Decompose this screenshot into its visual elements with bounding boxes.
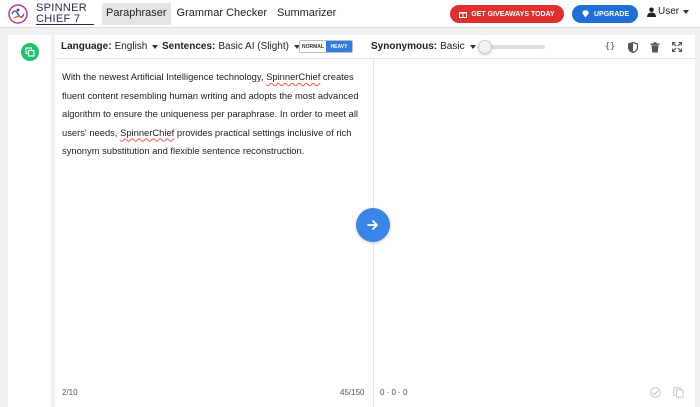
sentence-count: 2/10 (62, 388, 78, 397)
arrow-right-icon (367, 220, 378, 230)
paraphrase-tool-button[interactable] (21, 43, 39, 61)
nav-paraphraser[interactable]: Paraphraser (102, 3, 171, 25)
output-stats: 0 · 0 · 0 (380, 388, 408, 397)
get-giveaways-label: GET GIVEAWAYS TODAY (471, 10, 555, 18)
language-value: English (114, 41, 148, 52)
nav-summarizer[interactable]: Summarizer (273, 3, 340, 25)
paraphraser-panel: Language: English Sentences: Basic AI (S… (55, 35, 695, 407)
chevron-down-icon (469, 44, 476, 49)
text-segment: With the newest Artificial Intelligence … (62, 71, 267, 82)
upgrade-label: UPGRADE (593, 10, 629, 18)
word-count: 45/150 (340, 388, 365, 397)
options-toolbar: Language: English Sentences: Basic AI (S… (55, 35, 695, 59)
chevron-down-icon (683, 9, 690, 14)
mode-normal-option[interactable]: NORMAL (300, 41, 326, 52)
input-text-area[interactable]: With the newest Artificial Intelligence … (62, 68, 362, 161)
check-button[interactable] (649, 386, 661, 398)
expand-icon (672, 42, 682, 52)
shield-icon (628, 41, 638, 53)
synonymous-label: Synonymous: (371, 41, 438, 52)
copy-swap-icon (25, 47, 35, 57)
logo-underline (36, 24, 94, 25)
delete-button[interactable] (648, 40, 662, 54)
paraphrase-go-button[interactable] (356, 208, 390, 242)
user-label: User (658, 6, 680, 17)
main-nav: Paraphraser Grammar Checker Summarizer (102, 3, 342, 25)
brain-logo-icon (8, 4, 28, 24)
copy-output-button[interactable] (672, 386, 684, 398)
fullscreen-button[interactable] (670, 40, 684, 54)
slider-thumb[interactable] (478, 40, 492, 54)
gift-icon (459, 12, 468, 18)
nav-grammar-checker[interactable]: Grammar Checker (173, 3, 271, 25)
protect-button[interactable] (626, 40, 640, 54)
mode-heavy-option[interactable]: HEAVY (326, 41, 352, 52)
left-sidebar (8, 35, 51, 407)
top-header: SPINNER CHIEF 7 Paraphraser Grammar Chec… (0, 0, 700, 28)
check-circle-icon (649, 386, 661, 398)
flagged-word: SpinnerChief (120, 126, 175, 138)
sentences-value: Basic AI (Slight) (218, 41, 289, 52)
synonym-level-slider[interactable] (478, 40, 545, 54)
synonymous-select[interactable]: Synonymous: Basic (371, 41, 476, 52)
mode-toggle[interactable]: NORMAL HEAVY (299, 40, 353, 53)
user-menu[interactable]: User (647, 6, 690, 17)
flagged-word: SpinnerChief (266, 71, 321, 82)
sentences-select[interactable]: Sentences: Basic AI (Slight) (162, 41, 300, 52)
get-giveaways-button[interactable]: GET GIVEAWAYS TODAY (450, 5, 564, 23)
upgrade-button[interactable]: UPGRADE (572, 5, 638, 23)
user-icon (647, 7, 656, 17)
sentences-label: Sentences: (162, 41, 216, 52)
diamond-icon (581, 10, 589, 18)
chevron-down-icon (152, 44, 159, 49)
language-label: Language: (61, 41, 112, 52)
trash-icon (650, 41, 660, 52)
copy-icon (672, 386, 683, 398)
synonymous-value: Basic (440, 41, 465, 52)
braces-icon: {} (604, 42, 616, 52)
spinnerchief-logo[interactable]: SPINNER CHIEF 7 (6, 2, 96, 26)
braces-button[interactable]: {} (603, 40, 617, 54)
language-select[interactable]: Language: English (61, 41, 159, 52)
